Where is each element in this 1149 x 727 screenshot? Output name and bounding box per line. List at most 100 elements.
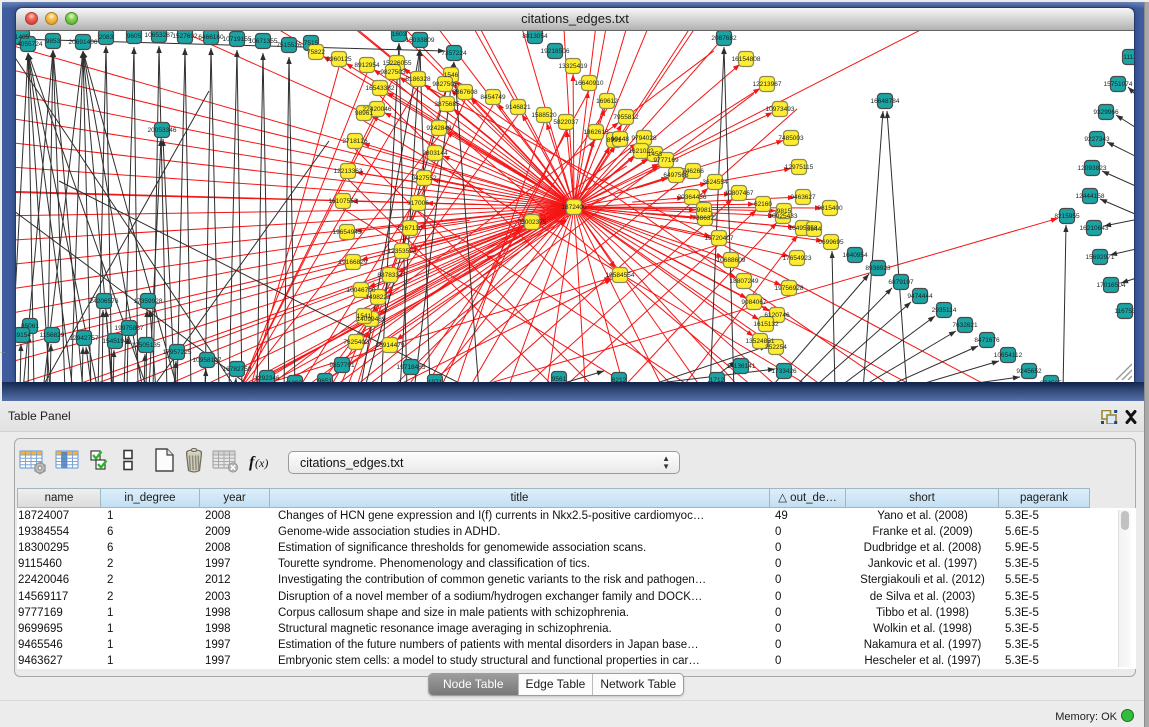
svg-text:62160: 62160 (754, 201, 772, 208)
svg-text:16648784: 16648784 (871, 98, 900, 105)
svg-text:9815: 9815 (777, 208, 792, 215)
svg-text:1498222: 1498222 (365, 294, 391, 301)
svg-text:9827503: 9827503 (380, 69, 406, 76)
svg-text:7357224: 7357224 (441, 50, 467, 57)
svg-text:9474444: 9474444 (907, 293, 933, 300)
svg-text:9463627: 9463627 (790, 194, 816, 201)
svg-text:8471676: 8471676 (974, 337, 1000, 344)
svg-text:2087682: 2087682 (711, 35, 737, 42)
svg-text:7632621: 7632621 (952, 322, 978, 329)
svg-text:16914479: 16914479 (376, 342, 405, 349)
svg-text:10688609: 10688609 (717, 257, 746, 264)
svg-text:6879197: 6879197 (888, 279, 914, 286)
svg-text:9960125: 9960125 (326, 56, 352, 63)
svg-text:19718485: 19718485 (397, 364, 426, 371)
svg-text:10671355: 10671355 (249, 38, 278, 45)
svg-text:1293: 1293 (288, 380, 303, 382)
svg-text:9777169: 9777169 (653, 157, 679, 164)
svg-text:8938923: 8938923 (865, 265, 891, 272)
svg-text:8267130: 8267130 (397, 225, 423, 232)
svg-text:7485003: 7485003 (778, 135, 804, 142)
svg-text:1872400: 1872400 (561, 204, 587, 211)
svg-text:2083: 2083 (99, 34, 114, 41)
svg-text:1603: 1603 (392, 31, 407, 38)
svg-text:1292346: 1292346 (254, 375, 280, 382)
svg-text:10719155: 10719155 (223, 36, 252, 43)
svg-text:3875685: 3875685 (434, 101, 460, 108)
svg-text:10654112: 10654112 (994, 352, 1023, 359)
svg-text:924565: 924565 (1040, 380, 1062, 382)
svg-text:12093823: 12093823 (1078, 165, 1107, 172)
svg-text:9329966: 9329966 (1093, 109, 1119, 116)
svg-text:5822037: 5822037 (553, 119, 579, 126)
svg-text:1362615: 1362615 (583, 129, 609, 136)
svg-text:9644: 9644 (807, 226, 822, 233)
svg-text:12975115: 12975115 (785, 164, 814, 171)
svg-text:0699695: 0699695 (818, 239, 844, 246)
svg-text:(x): (x) (255, 456, 268, 470)
svg-text:8912954: 8912954 (354, 62, 380, 69)
svg-text:8454749: 8454749 (480, 94, 506, 101)
svg-text:15720407: 15720407 (705, 235, 734, 242)
svg-text:2803144: 2803144 (422, 150, 448, 157)
svg-text:7515526: 7515526 (276, 42, 302, 49)
svg-text:75822: 75822 (307, 49, 325, 56)
svg-text:20364436: 20364436 (678, 194, 707, 201)
svg-text:98961: 98961 (355, 110, 373, 117)
svg-text:9657791: 9657791 (329, 362, 355, 369)
svg-text:9853: 9853 (46, 38, 61, 45)
svg-text:116753: 116753 (1114, 308, 1134, 315)
svg-text:7386322: 7386322 (692, 215, 718, 222)
svg-text:10653287: 10653287 (145, 32, 174, 39)
svg-text:1615132: 1615132 (753, 321, 779, 328)
svg-text:23002375: 23002375 (518, 219, 547, 226)
svg-text:16033809: 16033809 (406, 37, 435, 44)
svg-text:17654923: 17654923 (783, 255, 812, 262)
svg-text:10958107: 10958107 (193, 357, 222, 364)
svg-text:1640954: 1640954 (842, 252, 868, 259)
svg-text:2718126: 2718126 (342, 138, 368, 145)
svg-text:9146821: 9146821 (505, 104, 531, 111)
svg-text:169612: 169612 (596, 98, 618, 105)
svg-text:9605: 9605 (127, 33, 142, 40)
svg-text:1733426: 1733426 (771, 368, 797, 375)
svg-text:19756928: 19756928 (775, 285, 804, 292)
svg-text:17016504: 17016504 (1097, 282, 1126, 289)
svg-text:19654943: 19654943 (333, 229, 362, 236)
svg-text:13325419: 13325419 (559, 63, 588, 70)
svg-text:16210643: 16210643 (1080, 225, 1109, 232)
svg-text:3624554: 3624554 (702, 179, 728, 186)
svg-text:9242848: 9242848 (426, 125, 452, 132)
svg-text:19584554: 19584554 (606, 272, 635, 279)
svg-text:12444158: 12444158 (1076, 193, 1105, 200)
svg-text:14055724: 14055724 (16, 41, 43, 48)
svg-text:8215955: 8215955 (1054, 213, 1080, 220)
svg-text:14136141: 14136141 (727, 363, 756, 370)
svg-text:7955812: 7955812 (613, 114, 639, 121)
svg-text:10046790: 10046790 (347, 287, 376, 294)
svg-text:9427552: 9427552 (411, 175, 437, 182)
svg-text:9981: 9981 (697, 207, 712, 214)
svg-text:20691406: 20691406 (69, 39, 98, 46)
svg-text:16107553: 16107553 (329, 198, 358, 205)
svg-text:9227343: 9227343 (1084, 136, 1110, 143)
svg-text:15751074: 15751074 (1104, 81, 1133, 88)
svg-text:1545194: 1545194 (102, 338, 128, 345)
svg-text:16543382: 16543382 (366, 85, 395, 92)
svg-text:1405: 1405 (16, 34, 30, 41)
svg-text:19218506: 19218506 (541, 48, 570, 55)
svg-text:16640910: 16640910 (575, 80, 604, 87)
svg-text:6212: 6212 (612, 377, 627, 382)
svg-text:85061: 85061 (21, 323, 39, 330)
svg-text:12942757: 12942757 (70, 335, 99, 342)
svg-text:2867608: 2867608 (452, 89, 478, 96)
svg-text:917006: 917006 (407, 200, 429, 207)
svg-text:9651: 9651 (318, 378, 333, 382)
svg-text:8186328: 8186328 (405, 76, 431, 83)
svg-text:17957225: 17957225 (163, 349, 192, 356)
svg-text:12213967: 12213967 (753, 81, 782, 88)
svg-text:12213363: 12213363 (334, 168, 363, 175)
svg-text:12505135: 12505135 (132, 342, 161, 349)
svg-text:19166829: 19166829 (339, 259, 368, 266)
svg-text:39154: 39154 (16, 332, 31, 339)
